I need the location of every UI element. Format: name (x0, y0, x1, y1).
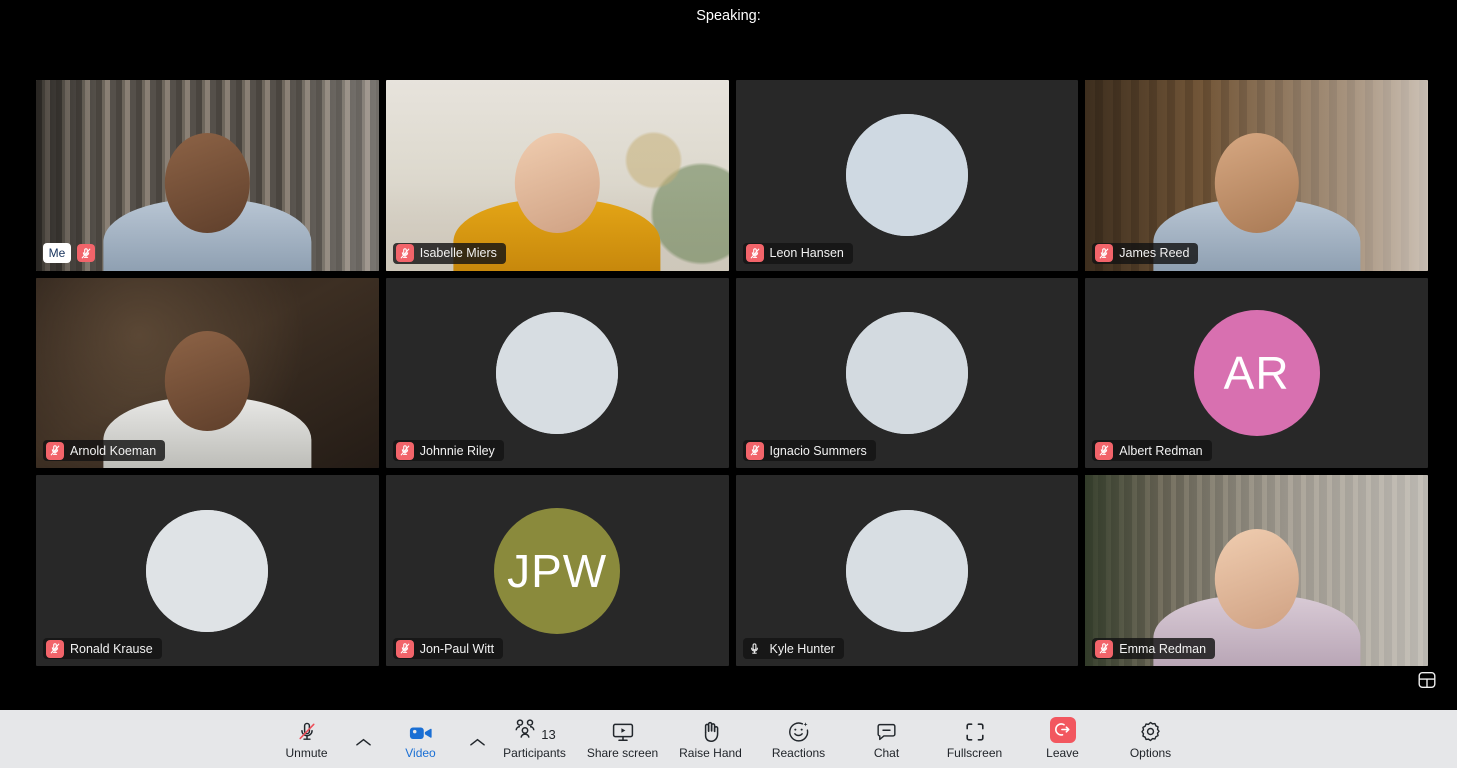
raise-hand-label: Raise Hand (679, 745, 742, 760)
mic-muted-icon (395, 441, 414, 460)
video-tile[interactable]: Johnnie Riley (385, 277, 729, 469)
participants-label: Participants (503, 745, 566, 760)
mic-muted-icon (1095, 441, 1114, 460)
speaking-indicator: Speaking: (0, 0, 1457, 32)
video-tile[interactable]: Ignacio Summers (735, 277, 1079, 469)
participant-name-badge: Emma Redman (1092, 638, 1216, 659)
participant-name: Jon-Paul Witt (419, 641, 495, 656)
fullscreen-icon (964, 719, 986, 743)
video-tile[interactable]: Arnold Koeman (36, 277, 379, 469)
mic-muted-icon (46, 639, 64, 658)
avatar-initials-text: JPW (507, 544, 608, 597)
camera-icon (409, 719, 433, 743)
participant-name: Albert Redman (1119, 443, 1203, 458)
participant-name-badge: Jon-Paul Witt (392, 638, 504, 659)
participant-name-badge: Kyle Hunter (742, 638, 844, 659)
mic-muted-icon (395, 639, 414, 658)
avatar (845, 114, 968, 237)
self-name-badge: Me (43, 243, 104, 264)
options-button[interactable]: Options (1107, 710, 1195, 768)
mic-muted-icon (395, 244, 414, 263)
chat-label: Chat (873, 745, 900, 760)
mic-muted-icon (745, 244, 764, 263)
participant-name-badge: Johnnie Riley (392, 440, 504, 462)
smiley-icon (787, 719, 810, 743)
participant-name: Leon Hansen (769, 246, 844, 261)
screen-share-icon (611, 719, 635, 743)
leave-arrow-icon (1049, 716, 1076, 743)
avatar (845, 311, 968, 434)
reactions-button[interactable]: Reactions (755, 710, 843, 768)
mic-on-icon (746, 640, 764, 658)
leave-label: Leave (1046, 745, 1079, 760)
avatar-initials-text: AR (1223, 346, 1290, 399)
mic-muted-icon (46, 441, 64, 460)
mic-muted-icon (77, 244, 95, 263)
avatar-initials: AR (1193, 309, 1320, 436)
mic-muted-icon (1095, 244, 1114, 263)
mic-muted-icon (296, 719, 318, 743)
unmute-label: Unmute (285, 745, 328, 760)
participants-button[interactable]: 13 Participants (491, 710, 579, 768)
fullscreen-button[interactable]: Fullscreen (931, 710, 1019, 768)
people-icon (513, 718, 537, 743)
participant-name-badge: Leon Hansen (742, 242, 853, 264)
video-tile[interactable]: Me (36, 80, 379, 271)
participant-image (103, 133, 312, 271)
video-grid: Me Isabelle Miers Leon Hansen James Reed Arn… (36, 80, 1428, 666)
avatar-initials: JPW (494, 507, 621, 634)
avatar (496, 311, 619, 434)
avatar (845, 509, 968, 632)
participant-name: Johnnie Riley (419, 443, 495, 458)
participant-name: Emma Redman (1119, 641, 1207, 656)
unmute-button[interactable]: Unmute (263, 710, 351, 768)
participant-name: James Reed (1119, 246, 1190, 261)
audio-settings-caret[interactable] (351, 710, 377, 768)
avatar (146, 509, 269, 632)
share-screen-button[interactable]: Share screen (579, 710, 667, 768)
reactions-label: Reactions (771, 745, 826, 760)
me-badge: Me (43, 243, 71, 264)
options-label: Options (1129, 745, 1172, 760)
fullscreen-label: Fullscreen (946, 745, 1003, 760)
participant-name-badge: Isabelle Miers (392, 242, 506, 264)
grid-layout-icon[interactable] (1415, 668, 1439, 692)
participant-name-badge: Arnold Koeman (43, 440, 166, 462)
participant-name: Ignacio Summers (769, 443, 867, 458)
mic-muted-icon (745, 441, 764, 460)
participants-count: 13 (541, 726, 556, 742)
mic-muted-icon (1095, 639, 1114, 658)
video-tile[interactable]: Ronald Krause (36, 475, 379, 666)
share-screen-label: Share screen (586, 745, 659, 760)
meeting-toolbar: Unmute Video 13 Participants Share scree… (0, 710, 1457, 768)
video-tile[interactable]: Leon Hansen (735, 80, 1079, 271)
participant-name: Arnold Koeman (70, 443, 157, 458)
participant-name: Kyle Hunter (769, 641, 835, 656)
participant-name-badge: Ignacio Summers (742, 440, 876, 462)
raise-hand-button[interactable]: Raise Hand (667, 710, 755, 768)
video-tile[interactable]: AR Albert Redman (1085, 277, 1428, 469)
participant-name: Ronald Krause (70, 641, 153, 656)
participant-name-badge: Ronald Krause (43, 638, 162, 659)
video-tile[interactable]: Emma Redman (1085, 475, 1428, 666)
video-label: Video (405, 745, 436, 760)
chat-button[interactable]: Chat (843, 710, 931, 768)
participant-name-badge: James Reed (1092, 242, 1199, 264)
leave-button[interactable]: Leave (1019, 710, 1107, 768)
participant-name: Isabelle Miers (419, 246, 497, 261)
video-settings-caret[interactable] (465, 710, 491, 768)
video-tile[interactable]: James Reed (1085, 80, 1428, 271)
chat-bubble-icon (875, 719, 898, 743)
hand-icon (700, 719, 722, 743)
participant-name-badge: Albert Redman (1092, 440, 1212, 462)
video-tile[interactable]: JPW Jon-Paul Witt (385, 475, 729, 666)
video-button[interactable]: Video (377, 710, 465, 768)
gear-icon (1139, 719, 1162, 743)
video-tile[interactable]: Kyle Hunter (735, 475, 1079, 666)
speaking-label: Speaking: (696, 8, 761, 24)
video-tile[interactable]: Isabelle Miers (385, 80, 729, 271)
